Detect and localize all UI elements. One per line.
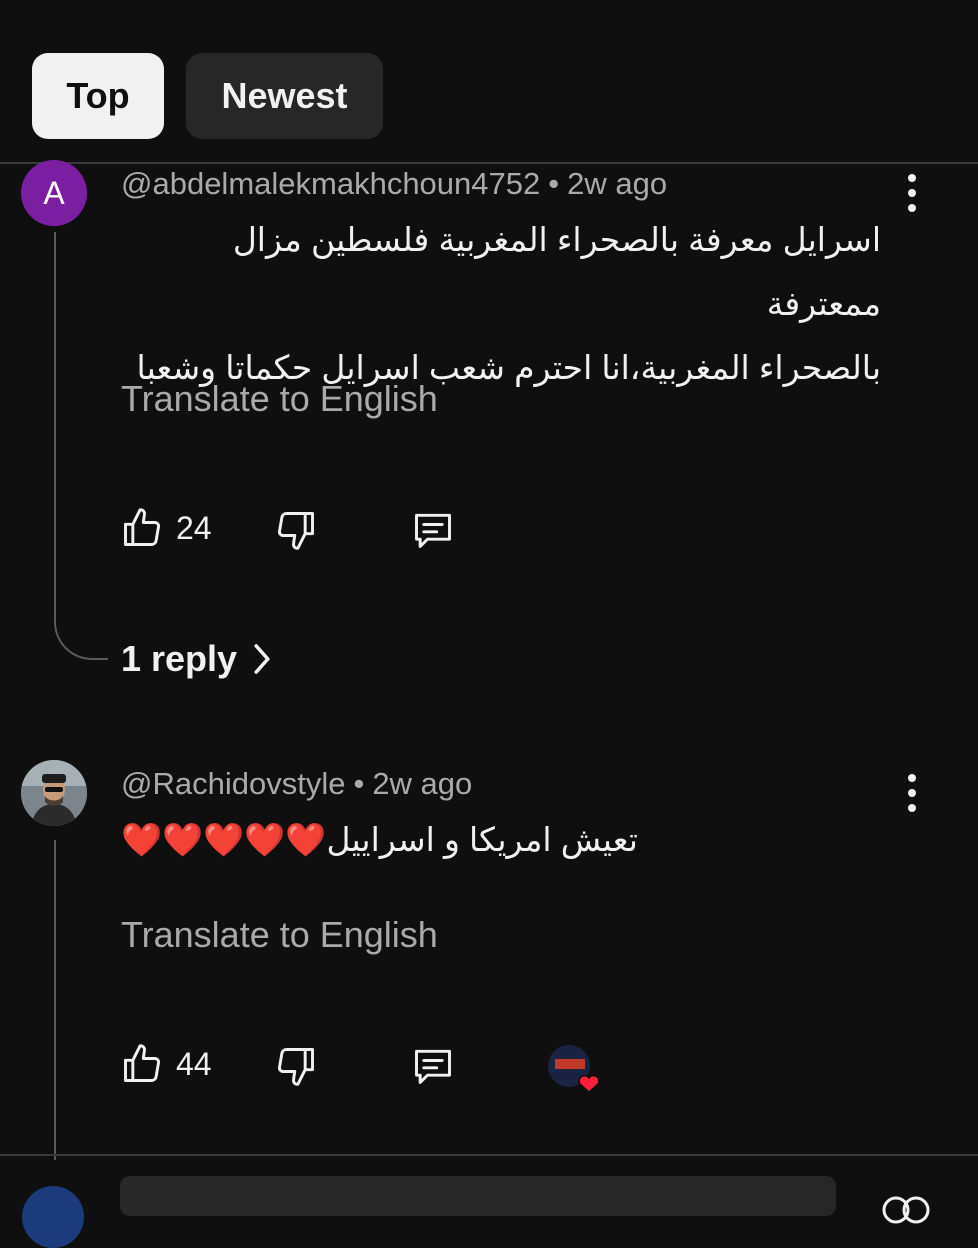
comment-time: 2w ago (567, 166, 668, 201)
comment-text-line: اسرايل معرفة بالصحراء المغربية فلسطين مز… (232, 221, 881, 322)
reply-button[interactable] (410, 1044, 456, 1088)
comment-text: اسرايل معرفة بالصحراء المغربية فلسطين مز… (121, 208, 881, 400)
avatar-photo (21, 760, 87, 826)
view-replies-button[interactable]: 1 reply (121, 638, 271, 680)
translate-link[interactable]: Translate to English (121, 378, 438, 420)
like-icon (124, 1044, 160, 1082)
like-button[interactable]: 44 (120, 1042, 212, 1086)
creator-heart-icon (548, 1045, 600, 1094)
comment-text-arabic: تعيش امريكا و اسراييل (326, 821, 638, 858)
reply-comment-icon (415, 513, 451, 548)
reply-count-label: 1 reply (121, 638, 238, 679)
sort-newest-chip[interactable]: Newest (186, 53, 383, 139)
comment-meta: @abdelmalekmakhchoun4752 • 2w ago (121, 166, 667, 202)
thread-curve (54, 600, 108, 660)
thread-line (54, 840, 56, 1160)
reply-button[interactable] (410, 508, 456, 552)
sort-top-chip[interactable]: Top (32, 53, 164, 139)
comment-author[interactable]: @abdelmalekmakhchoun4752 (121, 166, 540, 201)
meta-separator: • (353, 766, 365, 801)
meta-separator: • (548, 166, 560, 201)
comment-time: 2w ago (372, 766, 473, 801)
dislike-icon (278, 512, 314, 550)
dislike-button[interactable] (274, 1044, 318, 1088)
more-vert-icon[interactable] (896, 768, 928, 818)
chevron-right-icon (254, 644, 270, 674)
reply-comment-icon (415, 1049, 451, 1084)
comment-author[interactable]: @Rachidovstyle (121, 766, 345, 801)
user-avatar[interactable] (22, 1186, 84, 1248)
comment-meta: @Rachidovstyle • 2w ago (121, 766, 472, 802)
like-icon (124, 508, 160, 546)
thread-line (54, 232, 56, 602)
add-comment-input[interactable] (120, 1176, 836, 1216)
dislike-icon (278, 1048, 314, 1086)
avatar-letter: A (43, 174, 65, 211)
like-button[interactable]: 24 (120, 506, 212, 550)
translate-link[interactable]: Translate to English (121, 914, 438, 956)
dislike-button[interactable] (274, 508, 318, 552)
like-count: 24 (176, 509, 212, 546)
like-count: 44 (176, 1045, 212, 1082)
divider (0, 1154, 978, 1156)
avatar[interactable]: A (21, 160, 87, 226)
comment-text: تعيش امريكا و اسراييل❤️❤️❤️❤️❤️ (121, 808, 676, 872)
heart-emojis: ❤️❤️❤️❤️❤️ (121, 821, 327, 858)
divider (0, 162, 978, 164)
avatar[interactable] (21, 760, 87, 826)
emoji-icon[interactable] (880, 1190, 932, 1230)
more-vert-icon[interactable] (896, 168, 928, 218)
